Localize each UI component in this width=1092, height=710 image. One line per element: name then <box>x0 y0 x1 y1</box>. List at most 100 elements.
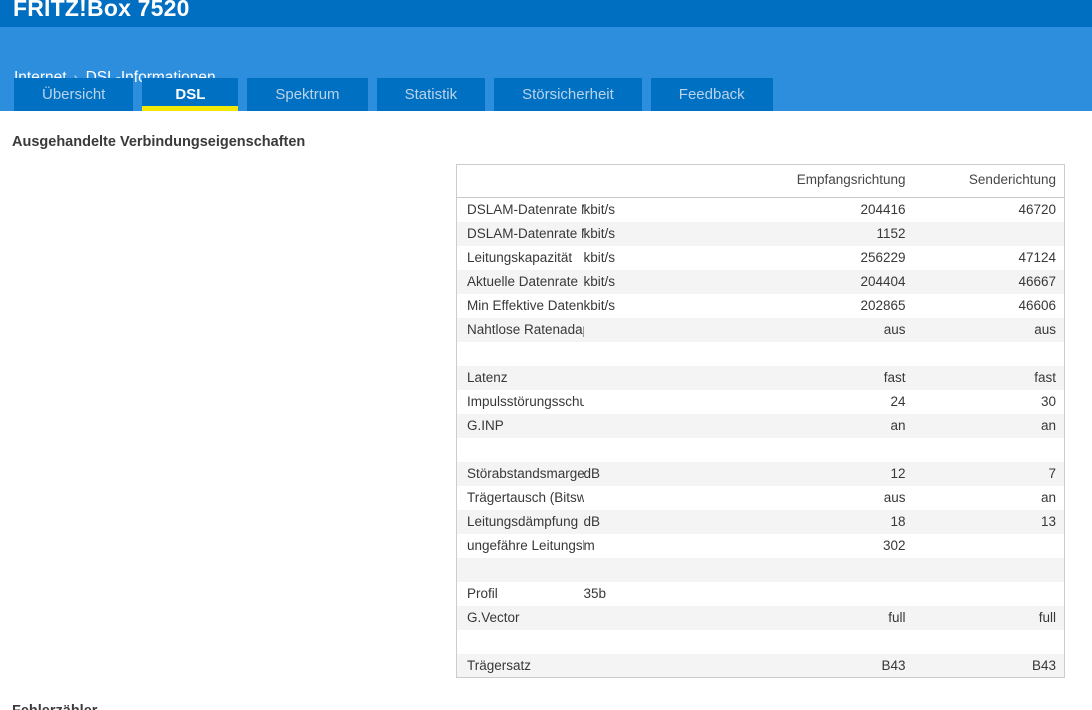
cell-unit: 35b <box>583 586 607 601</box>
cell-upstream: 30 <box>1040 394 1056 409</box>
table-row: Störabstandsmarge dB 12 7 <box>456 461 1065 486</box>
tab-störsicherheit[interactable]: Störsicherheit <box>494 78 642 111</box>
cell-upstream <box>914 438 1065 462</box>
column-header: Empfangsrichtung <box>693 164 914 198</box>
cell-unit <box>584 342 694 366</box>
cell-unit: kbit/s <box>583 298 616 313</box>
column-header <box>583 164 694 198</box>
table-row: ungefähre Leitungslängem 302 <box>456 533 1065 558</box>
cell-unit <box>584 606 694 630</box>
main-content: Ausgehandelte Verbindungseigenschaften E… <box>0 111 1092 710</box>
cell-unit: dB <box>583 514 601 529</box>
tab-spektrum[interactable]: Spektrum <box>247 78 368 111</box>
cell-downstream: 12 <box>890 466 906 481</box>
tab-label: Feedback <box>678 86 745 103</box>
cell-parameter: Trägertausch (Bitswap) <box>467 490 584 505</box>
top-header-bar: FRITZ!Box 7520 <box>0 0 1092 27</box>
tab-feedback[interactable]: Feedback <box>650 78 773 111</box>
cell-unit: kbit/s <box>583 202 616 218</box>
cell-parameter: DSLAM-Datenrate Min. <box>467 226 584 241</box>
cell-upstream: 46667 <box>1018 274 1056 289</box>
cell-unit: kbit/s <box>583 274 616 289</box>
section-heading: Ausgehandelte Verbindungseigenschaften <box>12 134 306 150</box>
table-row: Impulsstörungsschutz (INP) 24 30 <box>456 389 1065 414</box>
cell-downstream <box>694 438 914 462</box>
cell-downstream: 202865 <box>860 298 906 313</box>
cell-unit: dB <box>583 466 601 481</box>
cell-upstream: aus <box>1034 322 1056 337</box>
table-row: Aktuelle Datenrate kbit/s 204404 46667 <box>456 269 1065 294</box>
connection-properties-table: Empfangsrichtung Senderichtung DSLAM-Date… <box>456 164 1065 678</box>
tab-bar: Übersicht DSL Spektrum Statistik Störsicherh… <box>14 78 773 111</box>
cell-upstream: an <box>1040 418 1056 433</box>
cell-downstream: an <box>890 418 906 433</box>
cell-parameter: G.INP <box>467 418 504 433</box>
cell-downstream: 256229 <box>860 250 906 265</box>
cell-parameter <box>457 558 584 582</box>
table-row: Trägertausch (Bitswap) aus an <box>456 485 1065 510</box>
cell-upstream: an <box>1040 490 1056 505</box>
table-row <box>456 557 1065 582</box>
cell-upstream <box>914 534 1065 558</box>
cell-upstream: 46606 <box>1018 298 1056 313</box>
table-row: Latenz fast fast <box>456 365 1065 390</box>
cell-upstream: 47124 <box>1018 250 1056 265</box>
table-row <box>456 437 1065 462</box>
column-header: Senderichtung <box>913 164 1065 198</box>
cell-parameter: G.Vector <box>467 610 520 625</box>
cell-downstream <box>694 630 914 654</box>
tab-label: Störsicherheit <box>522 86 614 103</box>
table-row <box>456 341 1065 366</box>
tab-dsl[interactable]: DSL <box>142 78 239 111</box>
cell-parameter: Nahtlose Ratenadaption <box>467 322 584 337</box>
active-tab-underline <box>142 106 239 111</box>
cell-downstream: 1152 <box>876 226 906 241</box>
cell-downstream: 18 <box>890 514 906 529</box>
cell-parameter: Leitungsdämpfung <box>467 514 579 529</box>
cell-parameter: Leitungskapazität <box>467 250 573 265</box>
next-section-heading: Fehlerzähler <box>12 703 1092 710</box>
cell-downstream: aus <box>883 490 906 505</box>
tab-label: Übersicht <box>42 86 106 103</box>
cell-upstream: 13 <box>1040 514 1056 529</box>
cell-parameter <box>457 438 584 462</box>
cell-unit <box>584 366 694 390</box>
cell-upstream: B43 <box>1031 657 1056 673</box>
cell-downstream: B43 <box>881 657 906 673</box>
cell-parameter: Aktuelle Datenrate <box>467 274 579 289</box>
tab-label: DSL <box>175 86 206 103</box>
cell-upstream: full <box>1038 610 1056 625</box>
cell-downstream <box>694 558 914 582</box>
cell-parameter: DSLAM-Datenrate Max. <box>467 202 584 218</box>
cell-parameter: Latenz <box>467 370 508 385</box>
cell-unit: kbit/s <box>583 250 616 265</box>
cell-unit <box>584 414 694 438</box>
cell-parameter: Störabstandsmarge <box>467 466 584 481</box>
table-row <box>456 629 1065 654</box>
cell-unit <box>584 318 694 342</box>
tab-übersicht[interactable]: Übersicht <box>14 78 134 111</box>
column-header <box>456 164 584 198</box>
cell-downstream: 204404 <box>860 274 906 289</box>
tab-statistik[interactable]: Statistik <box>376 78 486 111</box>
cell-parameter <box>457 342 584 366</box>
cell-upstream <box>914 558 1065 582</box>
cell-downstream: 204416 <box>860 202 906 218</box>
cell-parameter: Trägersatz <box>467 657 532 673</box>
table-row: G.Vector full full <box>456 605 1065 630</box>
table-row: G.INP an an <box>456 413 1065 438</box>
sub-header-band: Internet › DSL-Informationen ÜbersichtDS… <box>0 27 1092 111</box>
cell-upstream: fast <box>1034 370 1056 385</box>
cell-upstream <box>914 582 1065 606</box>
cell-downstream: 24 <box>890 394 906 409</box>
cell-parameter: Impulsstörungsschutz (INP) <box>467 394 584 409</box>
cell-downstream <box>694 582 914 606</box>
cell-parameter: Min Effektive Datenrate <box>467 298 584 313</box>
cell-upstream <box>914 630 1065 654</box>
table-row: Min Effektive Datenratekbit/s 202865 46606 <box>456 293 1065 318</box>
cell-upstream <box>914 342 1065 366</box>
app-title: FRITZ!Box 7520 <box>13 0 190 21</box>
cell-upstream: 46720 <box>1018 202 1056 218</box>
table-row: Leitungskapazität kbit/s 256229 47124 <box>456 245 1065 270</box>
cell-parameter <box>457 630 584 654</box>
